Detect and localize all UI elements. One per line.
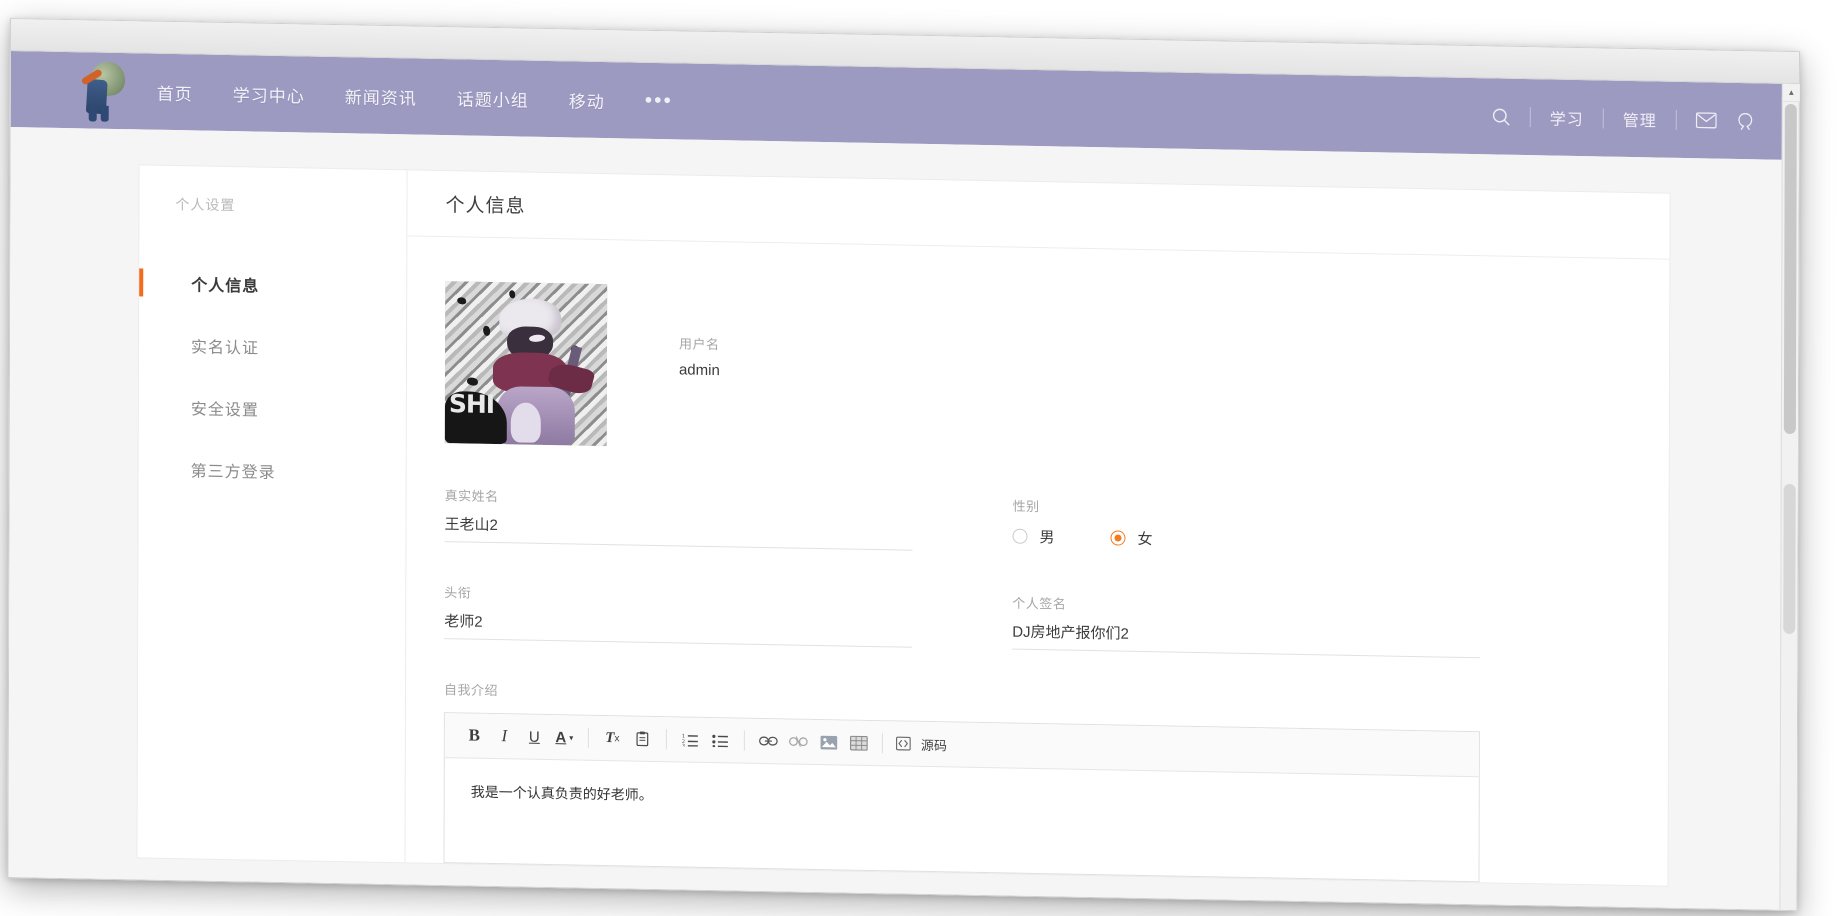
signature-field-group: 个人签名 — [1012, 593, 1480, 659]
nav-item-news[interactable]: 新闻资讯 — [345, 83, 417, 109]
gender-radio-male[interactable]: 男 — [1012, 526, 1054, 548]
content-card: 个人设置 个人信息 实名认证 安全设置 第三方登录 — [137, 165, 1669, 885]
sidebar-item-third-party-login[interactable]: 第三方登录 — [139, 437, 406, 504]
settings-sidebar: 个人设置 个人信息 实名认证 安全设置 第三方登录 — [137, 165, 407, 862]
numbered-list-icon[interactable]: 1 2 3 — [677, 726, 704, 753]
page-scrollbar[interactable]: ▲ — [1779, 84, 1798, 910]
avatar-splatter — [457, 297, 466, 304]
site-logo[interactable] — [77, 59, 131, 122]
intro-editor-body[interactable]: 我是一个认真负责的好老师。 — [444, 758, 1478, 881]
nav-divider-2 — [1603, 108, 1604, 128]
toolbar-separator — [882, 733, 883, 753]
source-code-label: 源码 — [921, 734, 947, 753]
nav-study-link[interactable]: 学习 — [1550, 105, 1584, 130]
nav-item-study-center[interactable]: 学习中心 — [233, 81, 305, 107]
sidebar-item-personal-info[interactable]: 个人信息 — [139, 251, 406, 318]
browser-frame: 首页 学习中心 新闻资讯 话题小组 移动 ••• — [7, 18, 1800, 911]
toolbar-separator — [666, 729, 667, 749]
nav-divider-3 — [1676, 110, 1677, 130]
realname-input[interactable] — [444, 513, 912, 551]
username-value: admin — [679, 361, 720, 379]
bold-icon[interactable]: B — [461, 722, 488, 749]
logo-leg-left — [89, 105, 97, 121]
logo-leg-right — [101, 106, 109, 122]
sidebar-item-label: 第三方登录 — [191, 457, 276, 483]
avatar-armor-highlight — [511, 402, 541, 443]
scroll-up-icon[interactable]: ▲ — [1783, 84, 1800, 102]
gender-label: 性别 — [1013, 496, 1481, 524]
avatar-text: SHI — [449, 389, 494, 419]
table-icon[interactable] — [845, 729, 872, 756]
svg-text:3: 3 — [682, 743, 685, 746]
page-title: 个人信息 — [445, 190, 525, 218]
signature-input[interactable] — [1012, 621, 1480, 659]
sidebar-item-realname-auth[interactable]: 实名认证 — [139, 313, 406, 380]
gender-option-label: 男 — [1039, 526, 1054, 547]
title-input[interactable] — [444, 610, 912, 648]
avatar[interactable]: SHI — [445, 281, 607, 446]
intro-field-group: 自我介绍 B I U A▾ — [443, 679, 1622, 885]
search-icon[interactable] — [1492, 107, 1511, 126]
gender-field-group: 性别 男 女 — [1012, 496, 1480, 562]
unlink-icon[interactable] — [785, 728, 812, 755]
text-color-icon[interactable]: A▾ — [551, 724, 578, 751]
link-icon[interactable] — [755, 727, 782, 754]
paste-icon[interactable] — [629, 725, 656, 752]
settings-main: 个人信息 — [405, 170, 1669, 885]
image-icon[interactable] — [815, 728, 842, 755]
radio-mark-icon — [1012, 529, 1027, 544]
bullet-list-icon[interactable] — [707, 726, 734, 753]
form-row-2: 头衔 个人签名 — [444, 582, 1622, 661]
toolbar-separator — [588, 728, 589, 748]
toolbar-separator — [744, 731, 745, 751]
underline-icon[interactable]: U — [521, 723, 548, 750]
scrollbar-thumb[interactable] — [1784, 104, 1797, 434]
nav-item-topic-group[interactable]: 话题小组 — [457, 85, 529, 111]
nav-right-group: 学习 管理 — [1492, 104, 1755, 133]
title-field-group: 头衔 — [444, 582, 912, 648]
browser-window: 首页 学习中心 新闻资讯 话题小组 移动 ••• — [7, 18, 1800, 911]
nav-more-icon[interactable]: ••• — [645, 96, 673, 107]
scrollbar-thumb-secondary[interactable] — [1783, 484, 1795, 634]
nav-item-home[interactable]: 首页 — [157, 79, 193, 105]
gender-option-label: 女 — [1137, 528, 1152, 549]
username-label: 用户名 — [679, 333, 720, 353]
intro-label: 自我介绍 — [444, 679, 1622, 720]
sidebar-item-label: 实名认证 — [191, 333, 259, 358]
sidebar-title: 个人设置 — [139, 193, 406, 218]
main-inner: SHI 用户名 admin — [405, 236, 1669, 885]
avatar-splatter — [467, 377, 478, 385]
avatar-splatter — [483, 326, 490, 336]
nav-divider-1 — [1530, 107, 1531, 127]
gender-radio-group: 男 女 — [1012, 524, 1480, 556]
source-code-button[interactable]: 源码 — [893, 730, 950, 758]
avatar-row: SHI 用户名 admin — [445, 281, 1623, 465]
sidebar-item-label: 安全设置 — [191, 395, 259, 420]
mail-icon[interactable] — [1696, 112, 1717, 128]
realname-label: 真实姓名 — [445, 485, 913, 513]
sidebar-item-label: 个人信息 — [191, 271, 259, 296]
nav-items: 首页 学习中心 新闻资讯 话题小组 移动 ••• — [157, 79, 673, 114]
user-icon[interactable] — [1736, 111, 1755, 130]
page-viewport: 首页 学习中心 新闻资讯 话题小组 移动 ••• — [8, 51, 1798, 910]
avatar-splatter — [509, 290, 515, 298]
title-label: 头衔 — [444, 582, 912, 610]
radio-mark-icon — [1110, 530, 1125, 545]
page-body: 个人设置 个人信息 实名认证 安全设置 第三方登录 — [8, 127, 1798, 888]
username-block: 用户名 admin — [679, 285, 720, 379]
nav-manage-link[interactable]: 管理 — [1623, 107, 1657, 132]
signature-label: 个人签名 — [1012, 593, 1480, 621]
form-row-1: 真实姓名 性别 男 — [444, 485, 1622, 564]
italic-icon[interactable]: I — [491, 722, 518, 749]
nav-item-mobile[interactable]: 移动 — [569, 87, 605, 113]
screen: 首页 学习中心 新闻资讯 话题小组 移动 ••• — [0, 0, 1848, 916]
remove-format-icon[interactable]: Tx — [599, 724, 626, 751]
rich-text-editor: B I U A▾ Tx — [443, 712, 1479, 882]
sidebar-item-security-settings[interactable]: 安全设置 — [139, 375, 406, 442]
realname-field-group: 真实姓名 — [444, 485, 912, 551]
gender-radio-female[interactable]: 女 — [1110, 527, 1152, 549]
